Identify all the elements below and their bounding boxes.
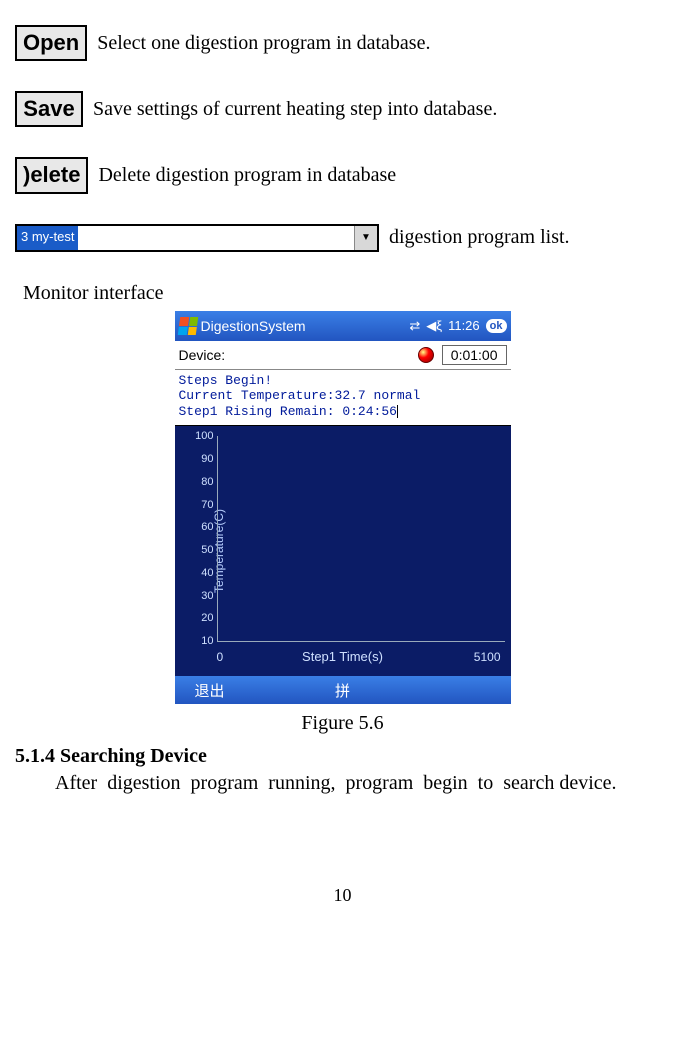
ytick: 70 xyxy=(190,499,214,511)
open-row: Open Select one digestion program in dat… xyxy=(15,25,670,61)
monitor-screenshot: DigestionSystem ⇄ ◀ξ 11:26 ok Device: 0:… xyxy=(175,311,511,705)
save-desc: Save settings of current heating step in… xyxy=(93,98,497,121)
figure-caption: Figure 5.6 xyxy=(15,712,670,735)
combo-desc: digestion program list. xyxy=(389,226,570,249)
save-button[interactable]: Save xyxy=(15,91,83,127)
text-cursor-icon xyxy=(397,405,398,418)
section-paragraph: After digestion program running, program… xyxy=(15,772,670,795)
page-number: 10 xyxy=(15,885,670,906)
open-desc: Select one digestion program in database… xyxy=(97,32,430,55)
speaker-icon: ◀ξ xyxy=(426,318,442,334)
chart-x-label: Step1 Time(s) xyxy=(175,649,511,664)
open-button[interactable]: Open xyxy=(15,25,87,61)
section-heading: 5.1.4 Searching Device xyxy=(15,745,670,768)
xtick-max: 5100 xyxy=(474,650,501,664)
temperature-chart: Temperature(C) 100 90 80 70 60 50 40 30 … xyxy=(175,425,511,676)
clock: 11:26 xyxy=(448,318,480,333)
monitor-heading: Monitor interface xyxy=(23,282,670,305)
msg-line-1: Steps Begin! xyxy=(179,373,507,389)
status-icons: ⇄ ◀ξ 11:26 ok xyxy=(409,318,506,334)
combo-row: 3 my-test ▼ digestion program list. xyxy=(15,224,670,252)
ok-button[interactable]: ok xyxy=(486,319,507,333)
softkey-left[interactable]: 退出 xyxy=(195,680,225,701)
ytick: 60 xyxy=(190,521,214,533)
titlebar: DigestionSystem ⇄ ◀ξ 11:26 ok xyxy=(175,311,511,341)
delete-button[interactable]: )eletе xyxy=(15,157,88,193)
app-title: DigestionSystem xyxy=(201,318,306,334)
ytick: 80 xyxy=(190,476,214,488)
ytick: 30 xyxy=(190,590,214,602)
message-area: Steps Begin! Current Temperature:32.7 no… xyxy=(175,370,511,426)
ytick: 10 xyxy=(190,635,214,647)
delete-row: )eletе Delete digestion program in datab… xyxy=(15,157,670,193)
chevron-down-icon[interactable]: ▼ xyxy=(354,226,377,250)
delete-desc: Delete digestion program in database xyxy=(98,164,396,187)
windows-logo-icon xyxy=(177,317,198,335)
msg-line-2: Current Temperature:32.7 normal xyxy=(179,388,507,404)
ytick: 40 xyxy=(190,567,214,579)
chart-plot-area: 100 90 80 70 60 50 40 30 20 10 xyxy=(217,436,505,642)
status-indicator-icon xyxy=(418,347,434,363)
device-label: Device: xyxy=(179,347,226,363)
softkey-center[interactable]: 拼 xyxy=(335,680,350,701)
elapsed-timer: 0:01:00 xyxy=(442,345,507,365)
ytick: 50 xyxy=(190,544,214,556)
ytick: 90 xyxy=(190,453,214,465)
connectivity-icon: ⇄ xyxy=(409,318,420,334)
save-row: Save Save settings of current heating st… xyxy=(15,91,670,127)
program-list-combo[interactable]: 3 my-test ▼ xyxy=(15,224,379,252)
ytick: 100 xyxy=(190,430,214,442)
msg-line-3: Step1 Rising Remain: 0:24:56 xyxy=(179,404,507,420)
ytick: 20 xyxy=(190,612,214,624)
softkey-bar: 退出 拼 xyxy=(175,676,511,704)
combo-selected: 3 my-test xyxy=(17,226,78,250)
device-row: Device: 0:01:00 xyxy=(175,341,511,370)
